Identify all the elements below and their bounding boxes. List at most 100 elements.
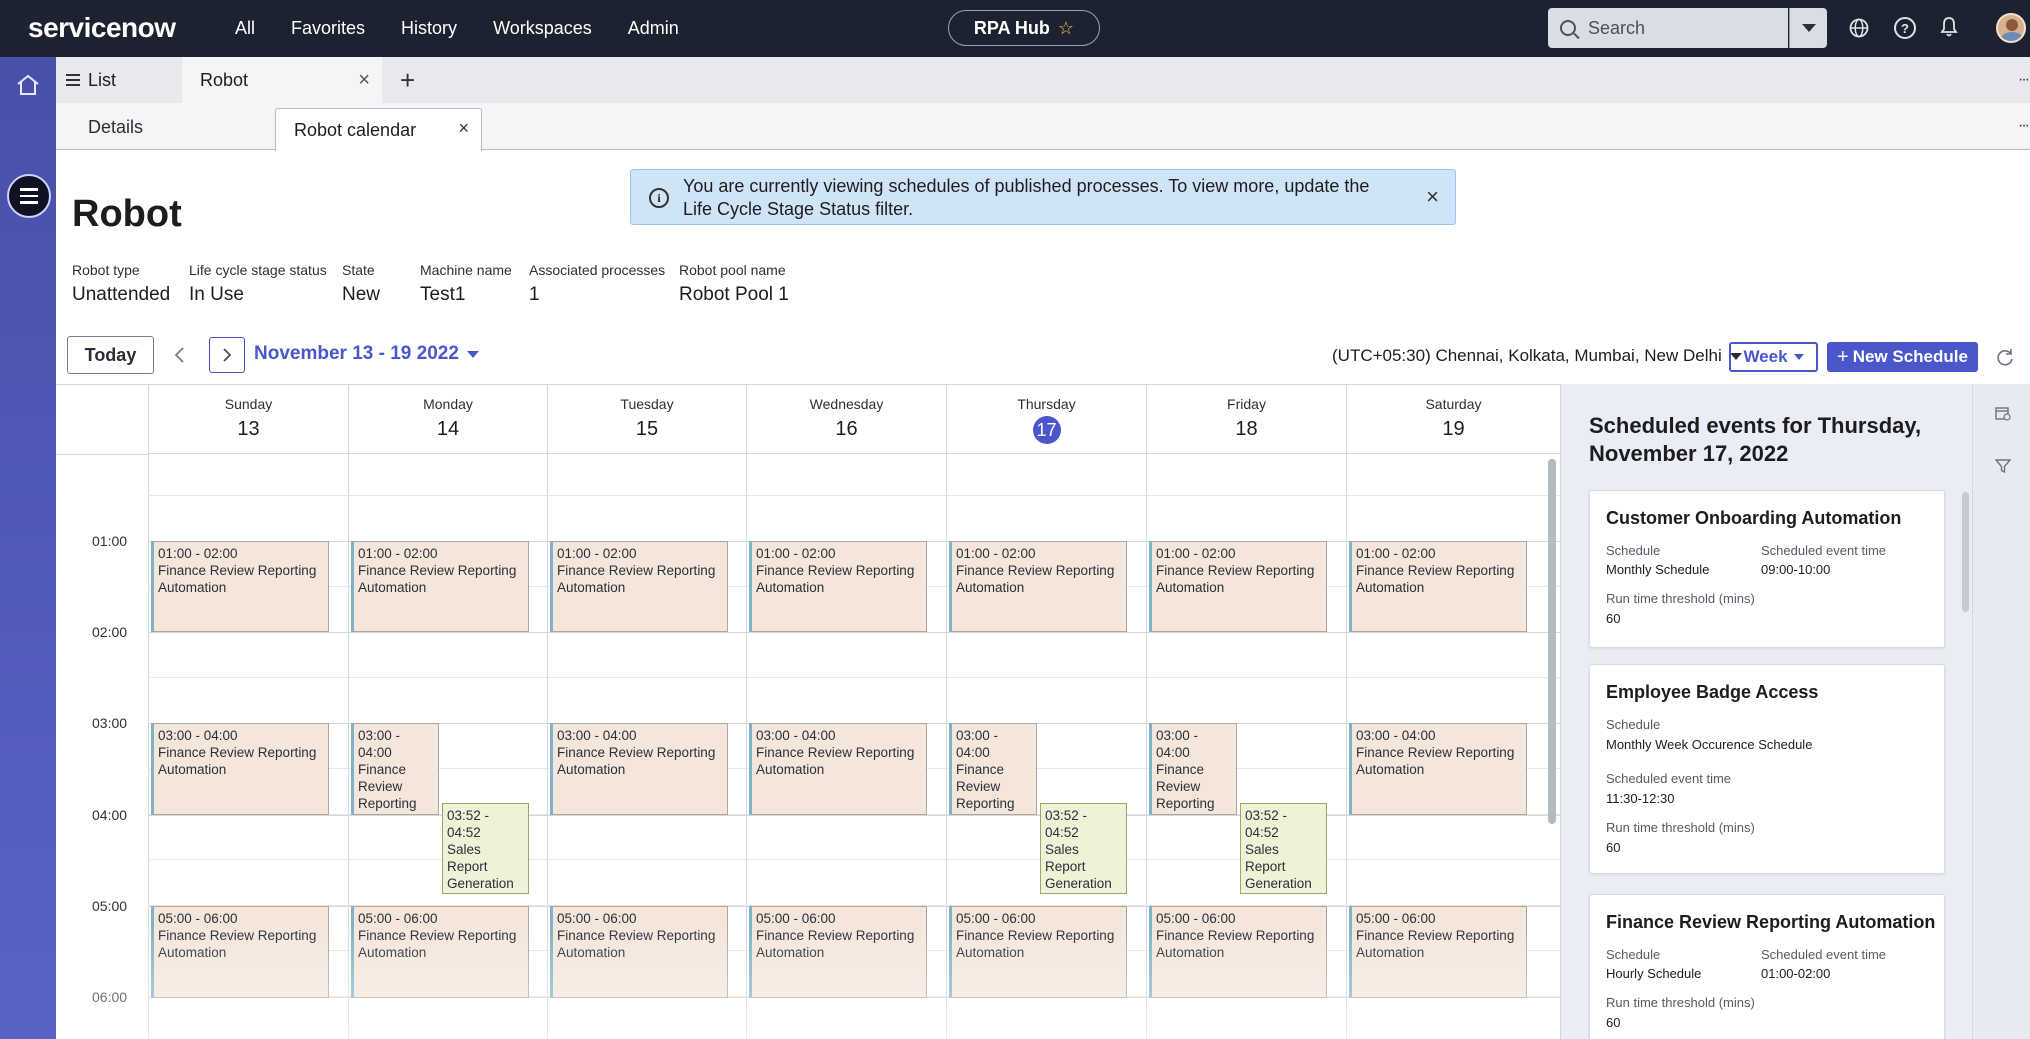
- tab-robot-label: Robot: [200, 69, 249, 90]
- day-header-sunday[interactable]: Sunday 13: [148, 385, 348, 454]
- calendar-event[interactable]: 01:00 - 02:00 Finance Review Reporting A…: [151, 541, 329, 632]
- calendar-event[interactable]: 03:00 - 04:00 Finance Review Reporting: [1149, 723, 1237, 815]
- event-card-schedule-label: Schedule: [1606, 717, 1661, 732]
- calendar-event[interactable]: 03:00 - 04:00 Finance Review Reporting A…: [749, 723, 927, 815]
- half-hour-line: [148, 677, 1560, 678]
- event-card-time-value: 09:00-10:00: [1761, 562, 1831, 577]
- help-icon[interactable]: ?: [1894, 17, 1916, 39]
- calendar-event[interactable]: 03:52 - 04:52 Sales Report Generation Au…: [1240, 803, 1327, 894]
- subtab-robot-calendar[interactable]: Robot calendar ×: [275, 108, 482, 151]
- servicenow-logo[interactable]: servicenow: [28, 12, 176, 44]
- new-schedule-button[interactable]: + New Schedule: [1827, 342, 1978, 372]
- calendar-event[interactable]: 05:00 - 06:00 Finance Review Reporting A…: [1349, 906, 1527, 998]
- nav-all[interactable]: All: [235, 18, 255, 39]
- calendar-event[interactable]: 03:00 - 04:00 Finance Review Reporting: [351, 723, 439, 815]
- event-card-schedule-label: Schedule: [1606, 947, 1661, 962]
- calendar-event[interactable]: 01:00 - 02:00 Finance Review Reporting A…: [1149, 541, 1327, 632]
- day-date: 19: [1442, 418, 1465, 440]
- calendar-event[interactable]: 03:00 - 04:00 Finance Review Reporting A…: [1349, 723, 1527, 815]
- filter-icon[interactable]: [1995, 458, 2011, 474]
- day-header-thursday[interactable]: Thursday 17: [946, 385, 1146, 454]
- nav-workspaces[interactable]: Workspaces: [493, 18, 592, 39]
- calendar-event[interactable]: 05:00 - 06:00 Finance Review Reporting A…: [749, 906, 927, 998]
- record-tab-row: List Robot × + ···: [56, 57, 2030, 103]
- calendar-event[interactable]: 05:00 - 06:00 Finance Review Reporting A…: [151, 906, 329, 998]
- day-name: Friday: [1227, 396, 1266, 412]
- notification-bell-icon[interactable]: [1940, 16, 1958, 38]
- new-schedule-label: New Schedule: [1852, 347, 1968, 366]
- calendar-event[interactable]: 03:52 - 04:52 Sales Report Generation Au…: [1040, 803, 1127, 894]
- day-header-friday[interactable]: Friday 18: [1146, 385, 1346, 454]
- time-label: 03:00: [92, 715, 128, 731]
- view-selector-label: Week: [1743, 347, 1788, 366]
- calendar-event[interactable]: 01:00 - 02:00 Finance Review Reporting A…: [550, 541, 728, 632]
- workspace-pill[interactable]: RPA Hub ☆: [948, 10, 1100, 46]
- nav-favorites[interactable]: Favorites: [291, 18, 365, 39]
- banner-message: You are currently viewing schedules of p…: [683, 176, 1370, 219]
- right-toolbar: [1972, 384, 2030, 1039]
- subtab-more-options-icon[interactable]: ···: [2018, 117, 2030, 135]
- day-date: 13: [237, 418, 260, 440]
- day-name: Tuesday: [620, 396, 674, 412]
- left-rail: [0, 57, 56, 1039]
- previous-week-icon[interactable]: [170, 345, 190, 365]
- chevron-down-icon: [1801, 24, 1816, 32]
- more-options-icon[interactable]: ···: [2018, 71, 2030, 89]
- add-tab-icon[interactable]: +: [400, 65, 415, 96]
- globe-icon[interactable]: [1848, 17, 1870, 39]
- home-icon[interactable]: [15, 73, 41, 97]
- calendar-event[interactable]: 05:00 - 06:00 Finance Review Reporting A…: [351, 906, 529, 998]
- calendar-event[interactable]: 05:00 - 06:00 Finance Review Reporting A…: [949, 906, 1127, 998]
- day-header-wednesday[interactable]: Wednesday 16: [746, 385, 946, 454]
- calendar-event[interactable]: 01:00 - 02:00 Finance Review Reporting A…: [749, 541, 927, 632]
- calendar-settings-icon[interactable]: [1995, 406, 2011, 421]
- panel-scrollbar[interactable]: [1962, 492, 1969, 612]
- menu-list-button[interactable]: [7, 174, 51, 218]
- refresh-icon[interactable]: [1994, 346, 2016, 368]
- day-name: Thursday: [1017, 396, 1076, 412]
- field-label: Machine name: [420, 262, 512, 278]
- event-card[interactable]: Finance Review Reporting Automation Sche…: [1589, 894, 1945, 1039]
- calendar-event[interactable]: 05:00 - 06:00 Finance Review Reporting A…: [550, 906, 728, 998]
- field-value: In Use: [189, 284, 244, 305]
- global-search-input[interactable]: Search: [1548, 8, 1788, 48]
- view-selector-button[interactable]: Week: [1729, 342, 1818, 372]
- nav-history[interactable]: History: [401, 18, 457, 39]
- tab-list[interactable]: List: [66, 57, 116, 103]
- day-header-monday[interactable]: Monday 14: [348, 385, 547, 454]
- day-header-tuesday[interactable]: Tuesday 15: [547, 385, 746, 454]
- event-card-title: Finance Review Reporting Automation: [1606, 912, 1936, 932]
- field-value: Test1: [420, 284, 466, 305]
- date-range-picker[interactable]: November 13 - 19 2022: [254, 343, 479, 365]
- calendar-event[interactable]: 03:00 - 04:00 Finance Review Reporting: [949, 723, 1037, 815]
- close-banner-icon[interactable]: ×: [1426, 184, 1439, 210]
- calendar-scrollbar[interactable]: [1548, 459, 1556, 824]
- timezone-selector[interactable]: (UTC+05:30) Chennai, Kolkata, Mumbai, Ne…: [1332, 346, 1742, 366]
- event-card-schedule-label: Schedule: [1606, 543, 1661, 558]
- next-week-button[interactable]: [209, 337, 245, 373]
- calendar-event[interactable]: 03:00 - 04:00 Finance Review Reporting A…: [151, 723, 329, 815]
- search-scope-dropdown[interactable]: [1789, 8, 1827, 48]
- event-card[interactable]: Customer Onboarding Automation Schedule …: [1589, 490, 1945, 648]
- star-icon[interactable]: ☆: [1058, 18, 1074, 39]
- calendar-event[interactable]: 03:00 - 04:00 Finance Review Reporting A…: [550, 723, 728, 815]
- app-root: servicenow All Favorites History Workspa…: [0, 0, 2030, 1039]
- event-card-time-value: 11:30-12:30: [1606, 791, 1675, 806]
- field-robot-pool-name: Robot pool name Robot Pool 1: [679, 262, 789, 306]
- time-label: 01:00: [92, 533, 128, 549]
- user-avatar[interactable]: [1996, 13, 2026, 43]
- event-card[interactable]: Employee Badge Access Schedule Monthly W…: [1589, 664, 1945, 874]
- today-button[interactable]: Today: [67, 336, 154, 374]
- tab-robot[interactable]: Robot ×: [182, 57, 382, 103]
- timezone-label: (UTC+05:30) Chennai, Kolkata, Mumbai, Ne…: [1332, 346, 1722, 365]
- calendar-event[interactable]: 01:00 - 02:00 Finance Review Reporting A…: [1349, 541, 1527, 632]
- calendar-event[interactable]: 05:00 - 06:00 Finance Review Reporting A…: [1149, 906, 1327, 998]
- day-header-saturday[interactable]: Saturday 19: [1346, 385, 1560, 454]
- close-subtab-icon[interactable]: ×: [458, 118, 469, 139]
- nav-admin[interactable]: Admin: [628, 18, 679, 39]
- subtab-details[interactable]: Details: [88, 117, 143, 138]
- calendar-event[interactable]: 01:00 - 02:00 Finance Review Reporting A…: [949, 541, 1127, 632]
- calendar-event[interactable]: 03:52 - 04:52 Sales Report Generation Au…: [442, 803, 529, 894]
- calendar-event[interactable]: 01:00 - 02:00 Finance Review Reporting A…: [351, 541, 529, 632]
- close-tab-icon[interactable]: ×: [358, 69, 370, 92]
